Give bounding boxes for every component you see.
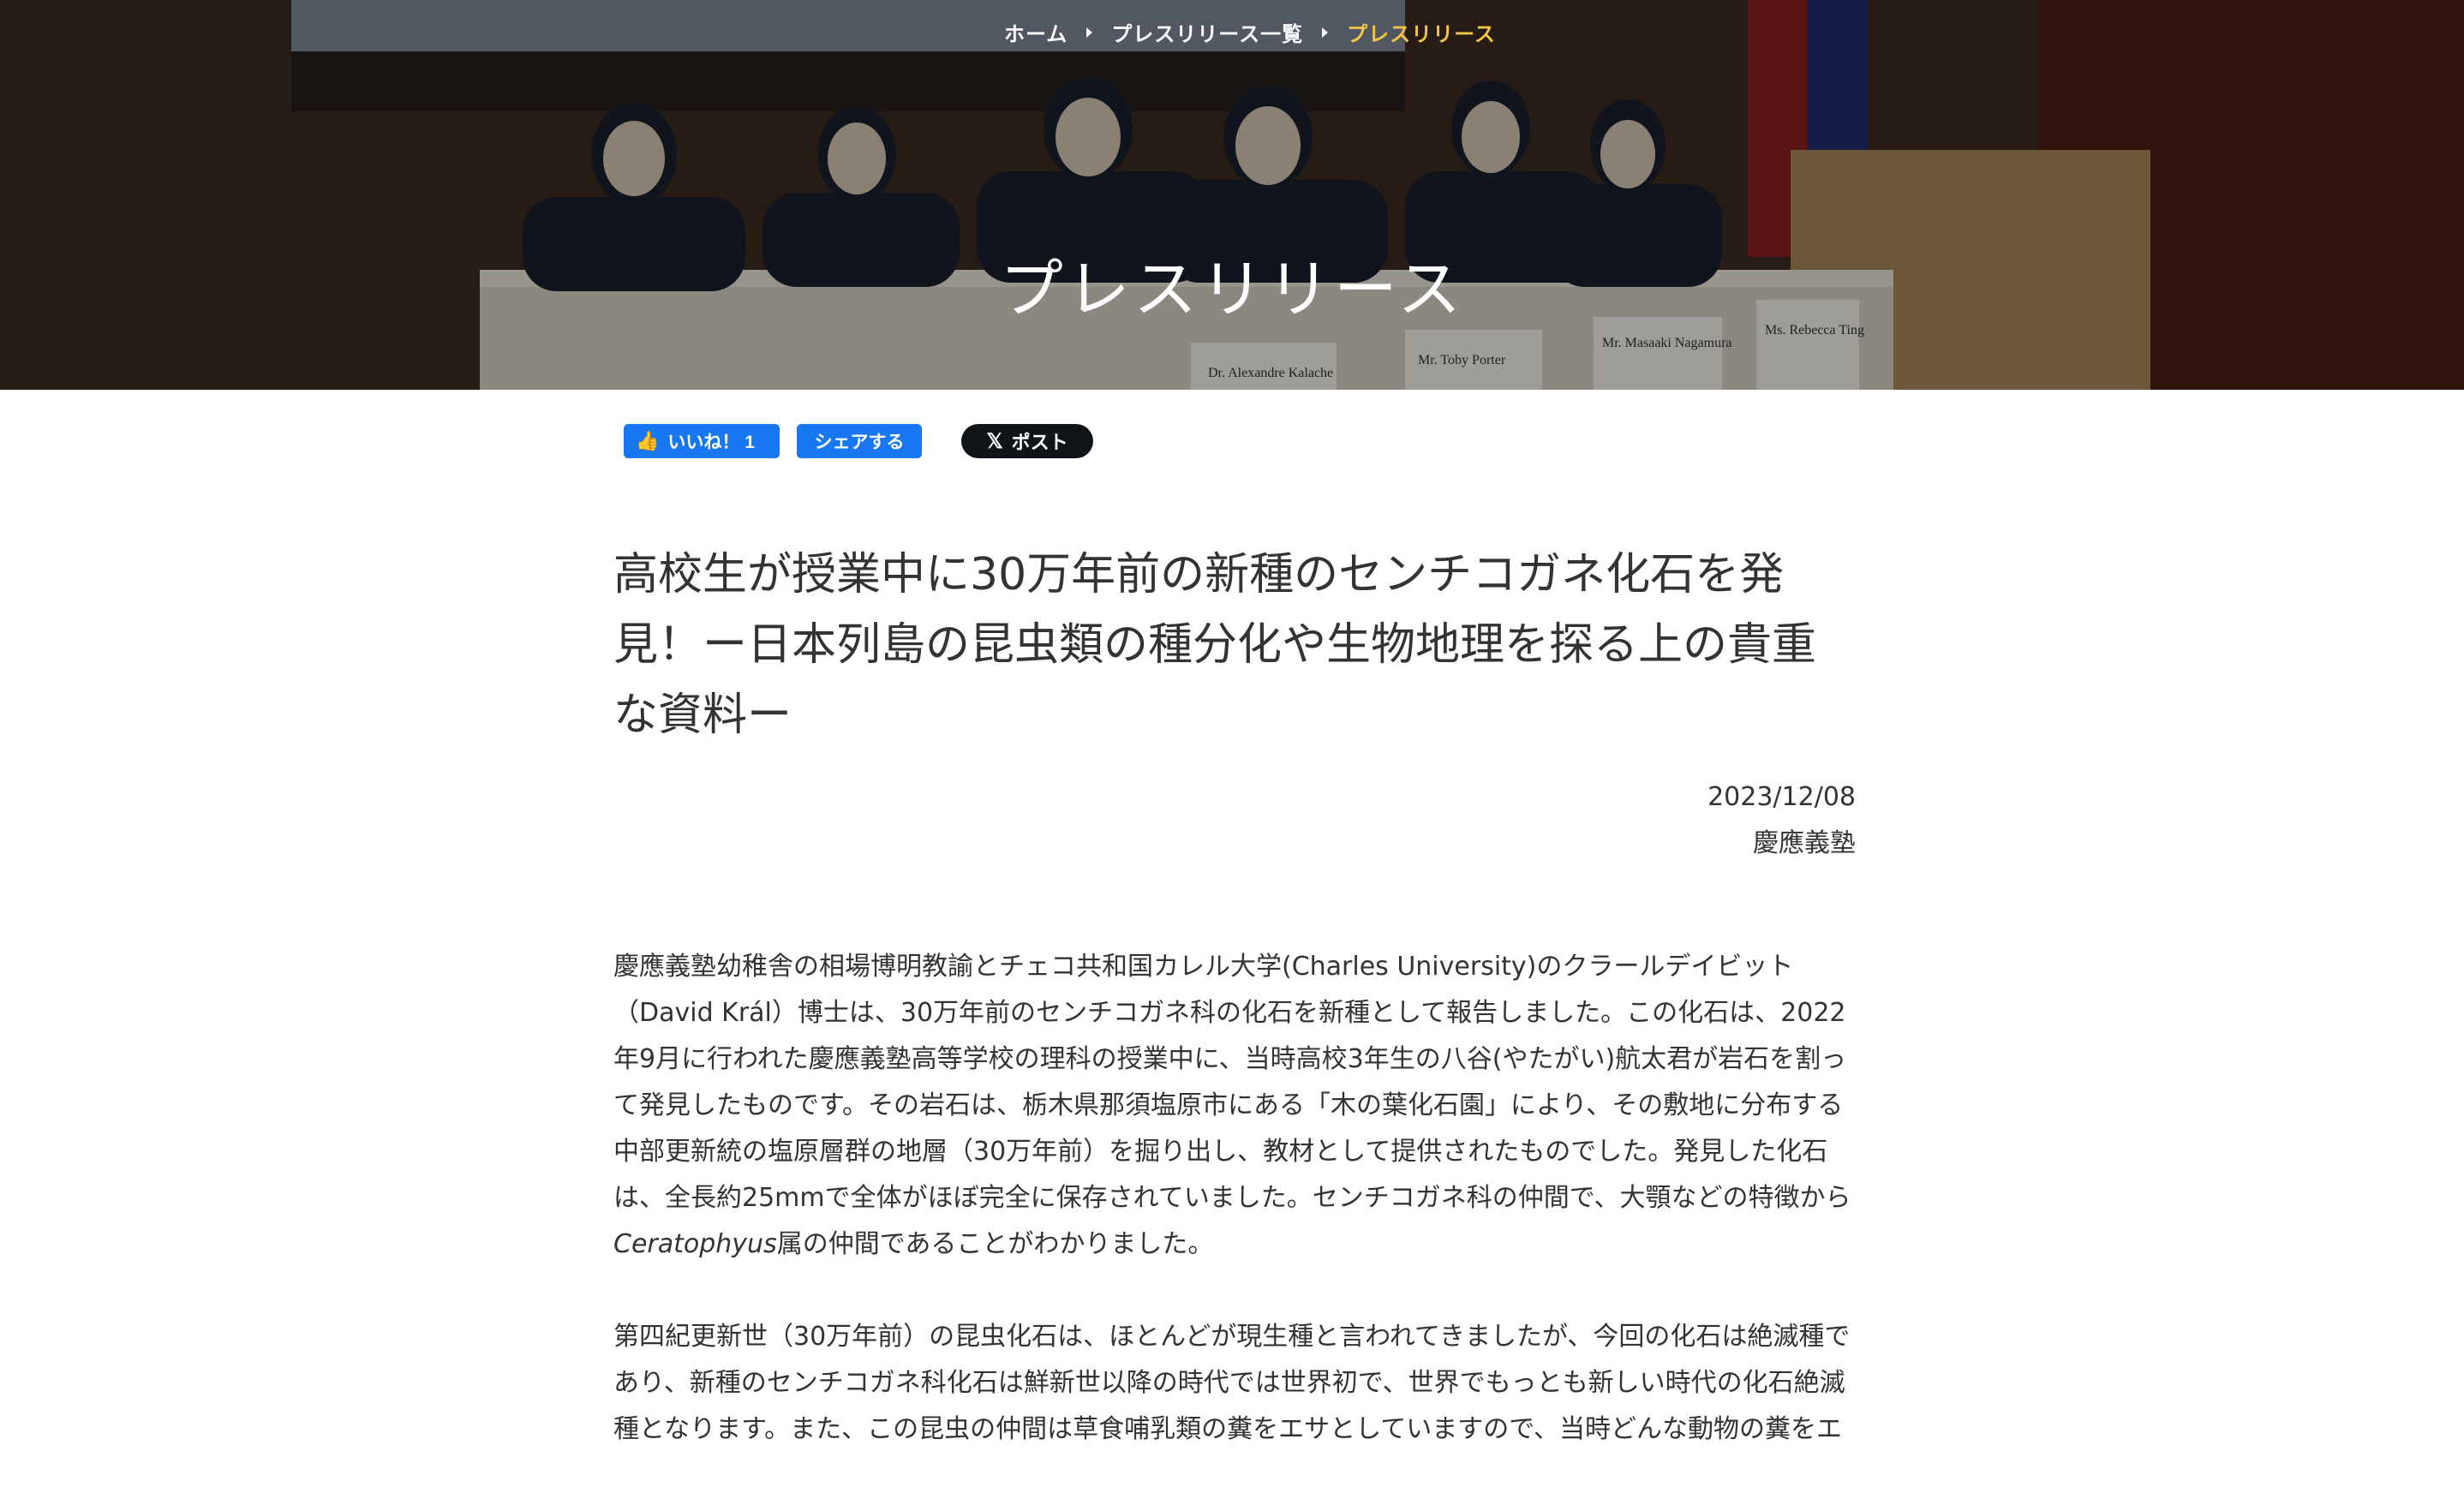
facebook-share-button[interactable]: シェアする <box>797 424 922 458</box>
x-post-label: ポスト <box>1011 432 1068 453</box>
x-logo-icon: 𝕏 <box>986 429 1003 453</box>
facebook-like-label: いいね！ 1 <box>667 433 755 452</box>
breadcrumb-home-link[interactable]: ホーム <box>1004 17 1068 47</box>
article: 高校生が授業中に30万年前の新種のセンチコガネ化石を発見！ー日本列島の昆虫類の種… <box>613 540 1856 1499</box>
breadcrumb: ホーム プレスリリース一覧 プレスリリース <box>1004 17 1496 47</box>
article-author: 慶應義塾 <box>1753 828 1856 858</box>
chevron-right-icon <box>1086 27 1093 38</box>
facebook-like-button[interactable]: 👍 いいね！ 1 <box>624 424 780 458</box>
paragraph-text: 慶應義塾幼稚舎の相場博明教諭とチェコ共和国カレル大学(Charles Unive… <box>613 952 1851 1213</box>
chevron-right-icon <box>1322 27 1329 38</box>
x-post-button[interactable]: 𝕏 ポスト <box>961 424 1093 458</box>
hero-overlay <box>0 0 2464 390</box>
hero-banner: Dr. Alexandre Kalache Mr. Toby Porter Mr… <box>0 0 2464 390</box>
thumbs-up-icon: 👍 <box>636 430 660 451</box>
social-share-bar: 👍 いいね！ 1 シェアする 𝕏 ポスト <box>624 424 1093 458</box>
paragraph-text: 属の仲間であることがわかりました。 <box>776 1229 1214 1259</box>
facebook-share-label: シェアする <box>814 433 905 452</box>
genus-name: Ceratophyus <box>613 1229 777 1259</box>
breadcrumb-current: プレスリリース <box>1347 22 1496 46</box>
article-meta: 2023/12/08 慶應義塾 <box>613 774 1856 867</box>
article-title: 高校生が授業中に30万年前の新種のセンチコガネ化石を発見！ー日本列島の昆虫類の種… <box>613 549 1817 741</box>
article-body: 慶應義塾幼稚舎の相場博明教諭とチェコ共和国カレル大学(Charles Unive… <box>613 944 1856 1453</box>
article-date: 2023/12/08 <box>1707 782 1856 812</box>
breadcrumb-list-link[interactable]: プレスリリース一覧 <box>1111 17 1303 47</box>
article-paragraph: 慶應義塾幼稚舎の相場博明教諭とチェコ共和国カレル大学(Charles Unive… <box>613 944 1856 1268</box>
page-title: プレスリリース <box>999 253 1465 326</box>
article-paragraph: 第四紀更新世（30万年前）の昆虫化石は、ほとんどが現生種と言われてきましたが、今… <box>613 1322 1851 1444</box>
